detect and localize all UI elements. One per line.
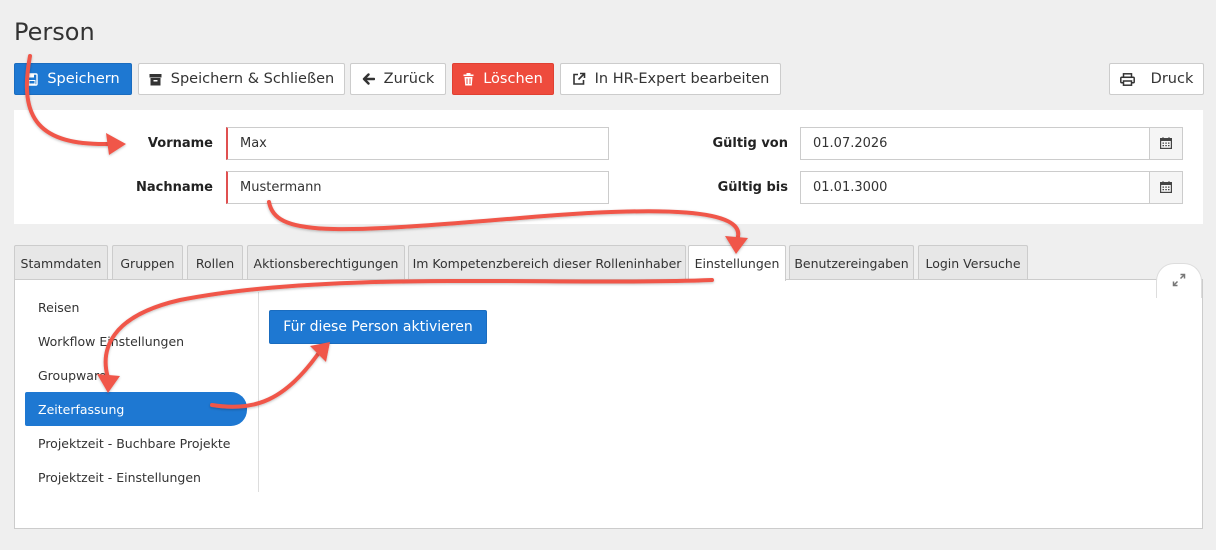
person-form: Vorname Max Nachname Mustermann Gültig v… xyxy=(14,110,1203,224)
sidebar-item-groupware[interactable]: Groupware xyxy=(25,358,247,392)
tab-login-versuche[interactable]: Login Versuche xyxy=(918,245,1028,280)
external-link-icon xyxy=(572,72,586,86)
sidebar-item-zeiterfassung[interactable]: Zeiterfassung xyxy=(25,392,247,426)
expand-icon xyxy=(1172,272,1186,291)
delete-button[interactable]: Löschen xyxy=(452,63,554,95)
tab-aktionsberechtigungen[interactable]: Aktionsberechtigungen xyxy=(247,245,405,280)
valid-to-label: Gültig bis xyxy=(717,180,788,195)
print-button[interactable]: Druck xyxy=(1109,63,1204,95)
tab-benutzereingaben[interactable]: Benutzereingaben xyxy=(789,245,914,280)
last-name-label: Nachname xyxy=(135,180,213,195)
trash-icon xyxy=(463,72,474,86)
back-button[interactable]: Zurück xyxy=(350,63,446,95)
floppy-disk-icon xyxy=(26,72,39,86)
calendar-icon xyxy=(1160,178,1173,197)
sidebar-item-workflow[interactable]: Workflow Einstellungen xyxy=(25,324,247,358)
sidebar-item-buchbare-projekte[interactable]: Projektzeit - Buchbare Projekte xyxy=(25,426,247,460)
first-name-label: Vorname xyxy=(147,136,213,151)
sidebar-divider xyxy=(258,292,259,492)
tab-bar: Stammdaten Gruppen Rollen Aktionsberecht… xyxy=(14,245,1203,281)
valid-from-calendar-button[interactable] xyxy=(1149,127,1183,160)
hr-expert-button-label: In HR-Expert bearbeiten xyxy=(594,71,770,87)
valid-to-field[interactable]: 01.01.3000 xyxy=(800,171,1150,204)
first-name-field[interactable]: Max xyxy=(226,127,609,160)
hr-expert-button[interactable]: In HR-Expert bearbeiten xyxy=(560,63,781,95)
valid-to-calendar-button[interactable] xyxy=(1149,171,1183,204)
save-button[interactable]: Speichern xyxy=(14,63,132,95)
tab-kompetenzbereich[interactable]: Im Kompetenzbereich dieser Rolleninhaber xyxy=(408,245,686,280)
calendar-icon xyxy=(1160,134,1173,153)
valid-from-label: Gültig von xyxy=(712,136,788,151)
sidebar-item-projektzeit-einstellungen[interactable]: Projektzeit - Einstellungen xyxy=(25,460,247,494)
page-title: Person xyxy=(14,18,95,46)
expand-button[interactable] xyxy=(1156,263,1202,298)
tab-stammdaten[interactable]: Stammdaten xyxy=(14,245,108,280)
printer-icon xyxy=(1119,72,1135,86)
arrow-left-icon xyxy=(362,73,375,85)
valid-from-field[interactable]: 01.07.2026 xyxy=(800,127,1150,160)
sidebar-item-reisen[interactable]: Reisen xyxy=(25,290,247,324)
delete-button-label: Löschen xyxy=(483,71,543,87)
archive-box-icon xyxy=(149,73,162,86)
activate-for-person-button[interactable]: Für diese Person aktivieren xyxy=(269,310,487,344)
tab-rollen[interactable]: Rollen xyxy=(187,245,243,280)
save-close-button[interactable]: Speichern & Schließen xyxy=(138,63,345,95)
back-button-label: Zurück xyxy=(383,71,435,87)
tab-gruppen[interactable]: Gruppen xyxy=(112,245,183,280)
last-name-field[interactable]: Mustermann xyxy=(226,171,609,204)
print-button-label: Druck xyxy=(1150,71,1194,87)
save-button-label: Speichern xyxy=(47,71,120,87)
tab-einstellungen[interactable]: Einstellungen xyxy=(688,245,786,281)
save-close-button-label: Speichern & Schließen xyxy=(170,71,335,87)
settings-panel: Reisen Workflow Einstellungen Groupware … xyxy=(14,263,1203,529)
